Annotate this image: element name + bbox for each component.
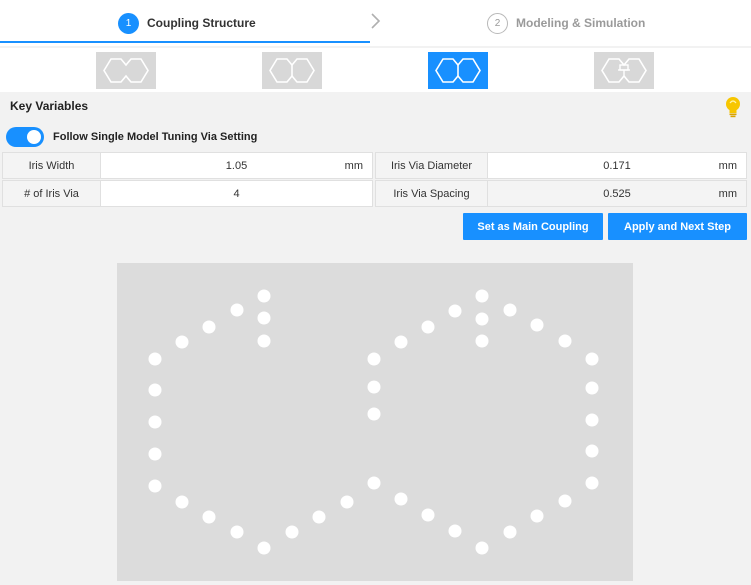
- active-step-underline: [0, 41, 370, 43]
- field-value: 1.05: [225, 159, 248, 172]
- num-iris-via-field[interactable]: 4: [100, 180, 373, 207]
- section-title: Key Variables: [10, 99, 89, 113]
- field-unit: mm: [718, 159, 737, 172]
- via-hole: [503, 303, 517, 317]
- via-hole: [312, 510, 326, 524]
- hexagon-pair-joined-icon: [435, 58, 481, 83]
- via-hole: [175, 495, 189, 509]
- via-hole: [558, 494, 572, 508]
- iris-via-diameter-label: Iris Via Diameter: [375, 152, 488, 179]
- via-hole: [448, 304, 462, 318]
- iris-via-spacing-field: 0.525 mm: [487, 180, 747, 207]
- via-hole: [475, 541, 489, 555]
- via-hole: [148, 352, 162, 366]
- hexagon-pair-split-icon: [601, 58, 647, 83]
- step-label: Modeling & Simulation: [516, 16, 646, 30]
- field-unit: mm: [718, 187, 737, 200]
- step-number-badge: 2: [487, 12, 508, 34]
- hexagon-pair-icon: [103, 58, 149, 83]
- iris-width-label: Iris Width: [2, 152, 101, 179]
- via-hole: [202, 510, 216, 524]
- field-value: 0.171: [603, 159, 631, 172]
- via-hole: [230, 525, 244, 539]
- via-hole: [585, 476, 599, 490]
- via-hole: [257, 541, 271, 555]
- iris-via-diameter-field[interactable]: 0.171 mm: [487, 152, 747, 179]
- toggle-label: Follow Single Model Tuning Via Setting: [53, 131, 258, 143]
- stepper: 1 Coupling Structure 2 Modeling & Simula…: [0, 0, 751, 46]
- via-hole: [367, 407, 381, 421]
- via-layout-diagram: [148, 289, 599, 555]
- via-hole: [175, 335, 189, 349]
- coupling-type-option-1[interactable]: [96, 52, 156, 89]
- step-coupling-structure[interactable]: 1 Coupling Structure: [118, 0, 256, 46]
- set-main-coupling-button[interactable]: Set as Main Coupling: [463, 213, 603, 240]
- via-hole: [257, 289, 271, 303]
- iris-via-spacing-label: Iris Via Spacing: [375, 180, 488, 207]
- via-hole: [367, 476, 381, 490]
- field-label: Iris Via Diameter: [390, 159, 473, 172]
- via-hole: [257, 334, 271, 348]
- via-hole: [585, 413, 599, 427]
- via-hole: [367, 380, 381, 394]
- via-hole: [148, 479, 162, 493]
- via-hole: [503, 525, 517, 539]
- via-hole: [585, 444, 599, 458]
- field-value: 0.525: [603, 187, 631, 200]
- via-hole: [475, 289, 489, 303]
- coupling-type-option-4[interactable]: [594, 52, 654, 89]
- via-hole: [448, 524, 462, 538]
- via-hole: [148, 415, 162, 429]
- field-label: # of Iris Via: [24, 187, 79, 200]
- coupling-type-option-2[interactable]: [262, 52, 322, 89]
- field-label: Iris Width: [28, 159, 75, 172]
- apply-next-step-button[interactable]: Apply and Next Step: [608, 213, 747, 240]
- step-number-badge: 1: [118, 12, 139, 34]
- via-hole: [585, 381, 599, 395]
- via-hole: [421, 320, 435, 334]
- toggle-knob: [27, 130, 41, 144]
- via-hole: [148, 383, 162, 397]
- via-hole: [475, 312, 489, 326]
- num-iris-via-label: # of Iris Via: [2, 180, 101, 207]
- lightbulb-icon[interactable]: [723, 95, 743, 119]
- via-hole: [530, 509, 544, 523]
- via-hole: [257, 311, 271, 325]
- via-hole: [148, 447, 162, 461]
- coupling-structure-preview: [117, 263, 633, 581]
- via-hole: [585, 352, 599, 366]
- coupling-type-option-3[interactable]: [428, 52, 488, 89]
- via-hole: [530, 318, 544, 332]
- via-hole: [558, 334, 572, 348]
- via-hole: [367, 352, 381, 366]
- hexagon-pair-joined-icon: [269, 58, 315, 83]
- step-label: Coupling Structure: [147, 16, 256, 30]
- via-hole: [230, 303, 244, 317]
- iris-width-field[interactable]: 1.05 mm: [100, 152, 373, 179]
- field-unit: mm: [344, 159, 363, 172]
- via-hole: [394, 492, 408, 506]
- coupling-type-selector: [0, 48, 751, 92]
- via-hole: [421, 508, 435, 522]
- via-hole: [394, 335, 408, 349]
- chevron-right-icon: [371, 13, 381, 29]
- via-hole: [475, 334, 489, 348]
- via-hole: [285, 525, 299, 539]
- field-label: Iris Via Spacing: [393, 187, 470, 200]
- via-hole: [202, 320, 216, 334]
- via-hole: [340, 495, 354, 509]
- field-value: 4: [233, 187, 240, 200]
- follow-single-model-toggle[interactable]: [6, 127, 44, 147]
- step-modeling-simulation[interactable]: 2 Modeling & Simulation: [487, 0, 645, 46]
